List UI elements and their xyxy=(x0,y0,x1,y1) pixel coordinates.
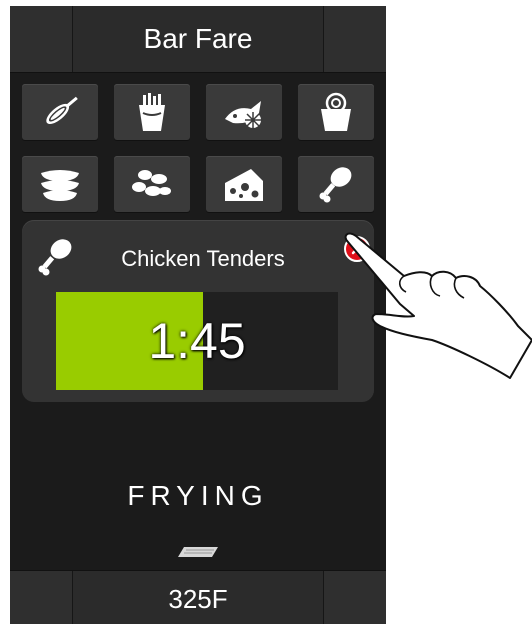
footer-right-button[interactable] xyxy=(323,571,386,624)
fish-icon xyxy=(225,101,261,128)
fries-icon xyxy=(139,93,165,131)
fryer-controller-screen: Bar Fare Chicken Tenders 1:45 FRYING 325… xyxy=(10,6,386,624)
menu-item-chicken-leg[interactable] xyxy=(298,156,374,212)
nuggets-icon xyxy=(132,170,171,196)
cheese-icon xyxy=(225,169,263,201)
menu-title: Bar Fare xyxy=(143,23,253,54)
menu-item-fries[interactable] xyxy=(114,84,190,140)
menu-item-cheese[interactable] xyxy=(206,156,282,212)
timer-progress-bar: 1:45 xyxy=(56,292,338,390)
oil-temperature: 325F xyxy=(168,583,228,614)
timer-item-name: Chicken Tenders xyxy=(121,246,285,271)
tapping-hand-icon xyxy=(344,232,532,379)
timer-countdown: 1:45 xyxy=(148,313,246,369)
active-timer-card: Chicken Tenders 1:45 xyxy=(22,220,374,402)
menu-item-onion-rings[interactable] xyxy=(298,84,374,140)
chicken-leg-icon xyxy=(38,239,72,276)
header-left-button[interactable] xyxy=(10,6,73,72)
footer-bar: 325F xyxy=(10,570,386,624)
menu-item-nuggets[interactable] xyxy=(114,156,190,212)
header-bar: Bar Fare xyxy=(10,6,386,73)
footer-left-button[interactable] xyxy=(10,571,73,624)
menu-item-corn-dog[interactable] xyxy=(22,84,98,140)
menu-item-plates[interactable] xyxy=(22,156,98,212)
header-right-button[interactable] xyxy=(323,6,386,72)
menu-item-grid xyxy=(22,84,374,214)
plates-icon xyxy=(41,170,79,201)
fryer-basket-icon xyxy=(178,547,218,557)
fryer-status: FRYING xyxy=(127,480,269,511)
corn-dog-icon xyxy=(46,96,78,125)
chicken-leg-icon xyxy=(319,167,352,203)
menu-item-fish[interactable] xyxy=(206,84,282,140)
onion-rings-icon xyxy=(321,92,351,131)
